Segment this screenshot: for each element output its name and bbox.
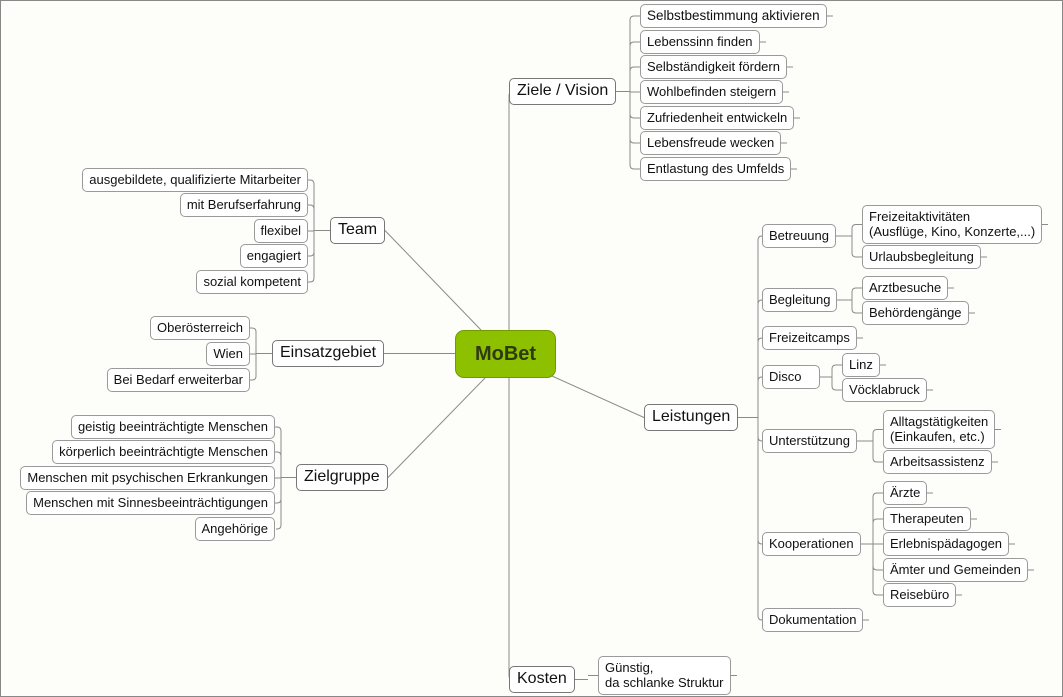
topic-leistungen[interactable]: Leistungen (644, 404, 739, 431)
connector-line (872, 518, 883, 544)
subtopic[interactable]: Wien (206, 342, 250, 366)
subtopic[interactable]: Lebensfreude wecken (640, 131, 782, 155)
subtopic-unterstuetzung[interactable]: Unterstützung (762, 429, 857, 453)
subtopic[interactable]: Entlastung des Umfelds (640, 157, 792, 181)
topic-team[interactable]: Team (330, 217, 386, 244)
subtopic[interactable]: Lebenssinn finden (640, 30, 760, 54)
connector-line (629, 91, 640, 170)
topic-einsatzgebiet[interactable]: Einsatzgebiet (272, 340, 385, 367)
connector-line (831, 377, 842, 391)
branch-line (508, 378, 514, 680)
central-topic[interactable]: MoBet (455, 330, 556, 378)
subtopic[interactable]: geistig beeinträchtigte Menschen (70, 415, 275, 439)
connector-line (831, 364, 842, 377)
connector-line (872, 441, 883, 463)
subtopic[interactable]: ausgebildete, qualifizierte Mitarbeiter (82, 168, 308, 192)
connector-line (872, 429, 883, 441)
subtopic[interactable]: flexibel (253, 219, 308, 243)
subtopic[interactable]: Erlebnispädagogen (883, 532, 1010, 556)
subtopic[interactable]: sozial kompetent (196, 270, 308, 294)
subtopic[interactable]: Wohlbefinden steigern (640, 80, 784, 104)
subtopic[interactable]: Arztbesuche (862, 276, 949, 300)
subtopic[interactable]: Vöcklabruck (842, 378, 927, 402)
subtopic[interactable]: Urlaubsbegleitung (862, 245, 981, 269)
topic-zielgruppe[interactable]: Zielgruppe (296, 464, 388, 491)
subtopic-begleitung[interactable]: Begleitung (762, 288, 838, 312)
connector-line (250, 327, 257, 354)
connector-line (851, 236, 862, 258)
branch-line (508, 91, 514, 330)
subtopic-kooperationen[interactable]: Kooperationen (762, 532, 861, 556)
subtopic[interactable]: Arbeitsassistenz (883, 450, 992, 474)
subtopic[interactable]: Oberösterreich (150, 316, 250, 340)
connector-line (757, 235, 763, 418)
connector-line (851, 224, 862, 236)
connector-line (851, 300, 862, 314)
subtopic[interactable]: Zufriedenheit entwickeln (640, 106, 795, 130)
subtopic-disco[interactable]: Disco (762, 365, 820, 389)
subtopic[interactable]: mit Berufserfahrung (179, 193, 308, 217)
subtopic[interactable]: Bei Bedarf erweiterbar (106, 368, 250, 392)
subtopic[interactable]: Selbstbestimmung aktivieren (640, 4, 827, 28)
connector-line (872, 544, 883, 571)
subtopic[interactable]: Behördengänge (862, 301, 969, 325)
connector-line (250, 353, 257, 381)
connector-line (851, 287, 862, 300)
connector-line (275, 477, 282, 504)
subtopic-freizeitcamps[interactable]: Freizeitcamps (762, 326, 857, 350)
subtopic[interactable]: Therapeuten (883, 507, 971, 531)
subtopic[interactable]: engagiert (239, 244, 308, 268)
connector-line (275, 451, 282, 478)
topic-kosten[interactable]: Kosten (509, 666, 575, 693)
topic-ziele-vision[interactable]: Ziele / Vision (509, 78, 617, 105)
subtopic[interactable]: Menschen mit Sinnesbeeinträchtigungen (26, 491, 275, 515)
subtopic-dokumentation[interactable]: Dokumentation (762, 608, 864, 632)
connector-line (308, 230, 315, 257)
subtopic-betreuung[interactable]: Betreuung (762, 224, 836, 248)
subtopic[interactable]: Angehörige (194, 517, 275, 541)
subtopic[interactable]: Linz (842, 353, 880, 377)
connector-line (629, 91, 640, 119)
connector-line (757, 299, 763, 418)
subtopic[interactable]: körperlich beeinträchtigte Menschen (52, 440, 275, 464)
subtopic[interactable]: Ämter und Gemeinden (883, 558, 1028, 582)
subtopic[interactable]: Alltagstätigkeiten (Einkaufen, etc.) (883, 410, 996, 449)
subtopic[interactable]: Günstig, da schlanke Struktur (598, 656, 731, 695)
subtopic[interactable]: Reisebüro (883, 583, 957, 607)
branch-line (387, 377, 486, 478)
branch-line (384, 230, 482, 331)
connector-line (308, 204, 315, 231)
subtopic[interactable]: Ärzte (883, 481, 928, 505)
connector-line (629, 66, 640, 92)
subtopic[interactable]: Freizeitaktivitäten (Ausflüge, Kino, Kon… (862, 205, 1043, 244)
subtopic[interactable]: Selbständigkeit fördern (640, 55, 787, 79)
connector-line (629, 15, 640, 92)
branch-line (551, 375, 645, 418)
subtopic[interactable]: Menschen mit psychischen Erkrankungen (20, 466, 275, 490)
